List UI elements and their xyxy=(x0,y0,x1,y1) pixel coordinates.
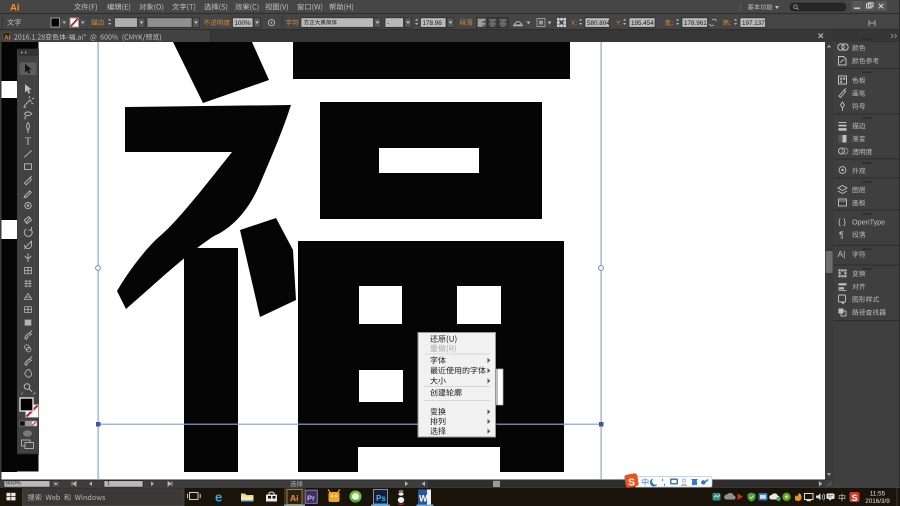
svg-text:A|: A| xyxy=(838,249,846,259)
svg-text:OpenType: OpenType xyxy=(852,217,885,226)
svg-text:Pr: Pr xyxy=(307,494,315,503)
svg-text:197.137: 197.137 xyxy=(742,20,765,27)
svg-text:195.454: 195.454 xyxy=(631,20,654,27)
svg-text:S: S xyxy=(852,493,858,503)
svg-text:600%: 600% xyxy=(6,481,21,487)
svg-text:100%: 100% xyxy=(235,20,252,27)
svg-text:Ps: Ps xyxy=(376,494,386,503)
svg-text:Ai: Ai xyxy=(4,35,10,41)
svg-text:W: W xyxy=(419,494,428,504)
svg-text:580.804: 580.804 xyxy=(587,20,610,27)
svg-text:178.961: 178.961 xyxy=(684,20,707,27)
svg-text:S: S xyxy=(628,477,635,489)
svg-text:178.96: 178.96 xyxy=(423,20,443,27)
svg-text:2016/3/9: 2016/3/9 xyxy=(865,498,890,505)
svg-text:-: - xyxy=(387,20,389,27)
svg-text:1: 1 xyxy=(107,481,110,487)
svg-text:Y:: Y: xyxy=(616,20,622,27)
svg-text:11:55: 11:55 xyxy=(870,490,886,497)
svg-text:{ }: { } xyxy=(838,217,846,227)
svg-text:Ai: Ai xyxy=(10,3,20,14)
svg-text:T: T xyxy=(25,136,32,147)
svg-text:X:: X: xyxy=(571,20,577,27)
svg-text:',: ', xyxy=(662,478,666,487)
svg-text:Ai: Ai xyxy=(290,493,299,503)
svg-text:e: e xyxy=(215,490,222,505)
svg-text:¶: ¶ xyxy=(839,230,844,240)
